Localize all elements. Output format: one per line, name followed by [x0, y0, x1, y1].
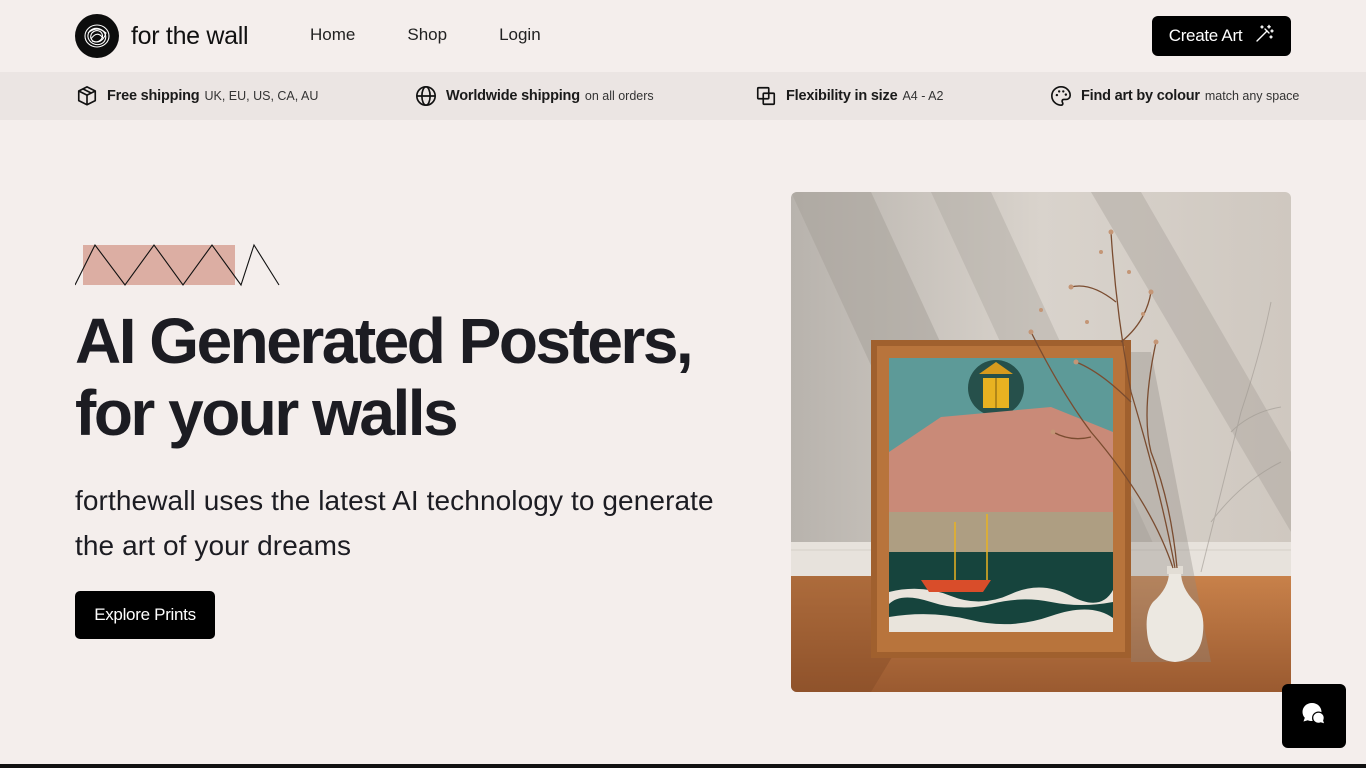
- hero-subtitle: forthewall uses the latest AI technology…: [75, 485, 714, 561]
- feature-find-by-colour: Find art by colour match any space: [1049, 84, 1299, 108]
- resize-icon: [754, 84, 778, 108]
- feature-worldwide-shipping: Worldwide shipping on all orders: [414, 84, 654, 108]
- feature-flexibility-size: Flexibility in size A4 - A2: [754, 84, 943, 108]
- box-icon: [75, 84, 99, 108]
- nav-shop-link[interactable]: Shop: [407, 25, 447, 45]
- hero-framed-poster-image: [791, 192, 1291, 692]
- scribble-logo-icon: [75, 14, 119, 58]
- chat-bubble-icon: [1300, 700, 1328, 733]
- palette-icon: [1049, 84, 1073, 108]
- create-art-label: Create Art: [1168, 26, 1243, 45]
- create-art-button[interactable]: Create Art: [1152, 16, 1291, 56]
- feature-light: on all orders: [584, 89, 654, 103]
- hero-title: AI Generated Posters, for your walls: [75, 305, 694, 449]
- chat-support-button[interactable]: [1282, 684, 1346, 748]
- feature-light: UK, EU, US, CA, AU: [204, 89, 319, 103]
- globe-icon: [414, 84, 438, 108]
- feature-strong: Flexibility in size: [786, 88, 898, 104]
- nav-login-link[interactable]: Login: [499, 25, 541, 45]
- bottom-divider: [0, 764, 1366, 768]
- site-header: for the wall Home Shop Login Create Art: [0, 0, 1366, 72]
- feature-strong: Free shipping: [107, 88, 200, 104]
- logo[interactable]: for the wall: [75, 14, 249, 58]
- brand-name: for the wall: [131, 21, 249, 50]
- magic-wand-icon: [1254, 24, 1274, 49]
- zigzag-decoration: [74, 243, 281, 292]
- main-nav: Home Shop Login: [310, 25, 593, 45]
- nav-home-link[interactable]: Home: [310, 25, 355, 45]
- feature-bar: Free shipping UK, EU, US, CA, AU Worldwi…: [0, 72, 1366, 120]
- feature-light: match any space: [1204, 89, 1300, 103]
- feature-light: A4 - A2: [902, 89, 944, 103]
- feature-strong: Worldwide shipping: [446, 88, 580, 104]
- feature-free-shipping: Free shipping UK, EU, US, CA, AU: [75, 84, 318, 108]
- feature-strong: Find art by colour: [1081, 88, 1200, 104]
- explore-prints-button[interactable]: Explore Prints: [75, 591, 215, 639]
